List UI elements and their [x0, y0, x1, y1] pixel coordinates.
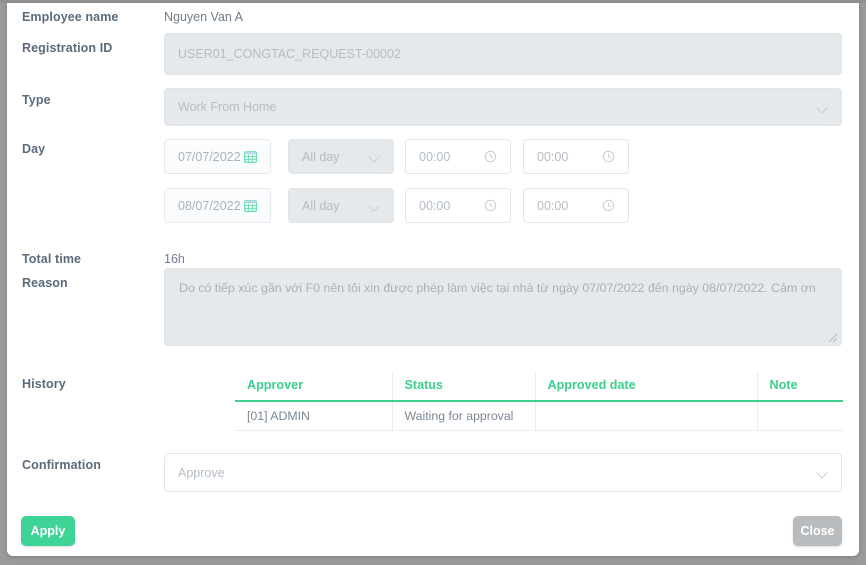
day-row-0-period-value: All day	[302, 149, 340, 164]
reason-textarea[interactable]: Do có tiếp xúc gần với F0 nên tôi xin đư…	[164, 268, 842, 346]
day-row-0-time-from-input[interactable]: 00:00	[405, 139, 511, 174]
day-row-1-time-from-value: 00:00	[419, 198, 451, 213]
cell-approved-date	[535, 401, 758, 431]
history-table: Approver Status Approved date Note [01] …	[235, 372, 843, 431]
reason-label: Reason	[22, 276, 68, 290]
column-header-approver[interactable]: Approver	[235, 372, 393, 402]
registration-id-input[interactable]: USER01_CONGTAC_REQUEST-00002	[164, 33, 842, 75]
reason-value: Do có tiếp xúc gần với F0 nên tôi xin đư…	[179, 281, 816, 295]
chevron-down-icon	[817, 467, 828, 478]
confirmation-value: Approve	[178, 465, 225, 480]
employee-name-label: Employee name	[22, 10, 119, 24]
registration-id-value: USER01_CONGTAC_REQUEST-00002	[178, 47, 401, 61]
employee-name-value: Nguyen Van A	[164, 10, 243, 24]
chevron-down-icon	[369, 200, 380, 211]
clock-icon	[602, 199, 615, 212]
chevron-down-icon	[369, 151, 380, 162]
type-select[interactable]: Work From Home	[164, 88, 842, 126]
day-row-0-date-value: 07/07/2022	[178, 149, 241, 164]
day-row-1-date-input[interactable]: 08/07/2022	[164, 188, 271, 223]
day-row-0-date-input[interactable]: 07/07/2022	[164, 139, 271, 174]
chevron-down-icon	[817, 102, 828, 113]
confirmation-label: Confirmation	[22, 458, 101, 472]
day-row-0-time-from-value: 00:00	[419, 149, 451, 164]
page-root: Employee name Nguyen Van A Registration …	[0, 0, 866, 565]
calendar-icon	[244, 200, 257, 212]
clock-icon	[602, 150, 615, 163]
type-value: Work From Home	[178, 100, 277, 114]
type-label: Type	[22, 93, 51, 107]
apply-button[interactable]: Apply	[21, 516, 75, 546]
cell-approver: [01] ADMIN	[235, 401, 393, 431]
day-row-0-time-to-value: 00:00	[537, 149, 569, 164]
day-row-1-date-value: 08/07/2022	[178, 198, 241, 213]
column-header-approved-date[interactable]: Approved date	[535, 372, 758, 402]
day-row-0-time-to-input[interactable]: 00:00	[523, 139, 629, 174]
total-time-value: 16h	[164, 252, 185, 266]
day-row-1-period-select[interactable]: All day	[288, 188, 394, 223]
close-button[interactable]: Close	[793, 516, 842, 546]
table-row[interactable]: [01] ADMIN Waiting for approval	[235, 401, 843, 431]
registration-id-label: Registration ID	[22, 41, 113, 55]
column-header-status[interactable]: Status	[392, 372, 536, 402]
day-row-1-time-to-input[interactable]: 00:00	[523, 188, 629, 223]
confirmation-select[interactable]: Approve	[164, 453, 842, 492]
day-row-1-time-from-input[interactable]: 00:00	[405, 188, 511, 223]
day-row-1-period-value: All day	[302, 198, 340, 213]
total-time-label: Total time	[22, 252, 82, 266]
resize-grip-icon[interactable]	[826, 331, 838, 343]
request-detail-card: Employee name Nguyen Van A Registration …	[7, 3, 859, 556]
table-header-row: Approver Status Approved date Note	[235, 372, 843, 402]
clock-icon	[484, 199, 497, 212]
history-label: History	[22, 377, 66, 391]
column-header-note[interactable]: Note	[757, 372, 843, 402]
day-row-1-time-to-value: 00:00	[537, 198, 569, 213]
day-label: Day	[22, 142, 46, 156]
day-row-0-period-select[interactable]: All day	[288, 139, 394, 174]
calendar-icon	[244, 151, 257, 163]
cell-note	[757, 401, 843, 431]
clock-icon	[484, 150, 497, 163]
cell-status: Waiting for approval	[392, 401, 536, 431]
